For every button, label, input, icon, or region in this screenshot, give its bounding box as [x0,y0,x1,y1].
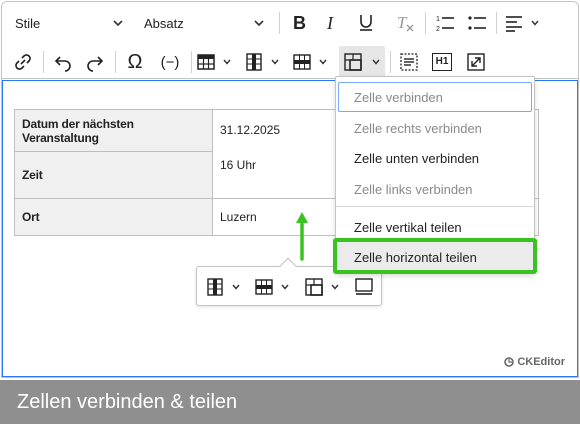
highlight-frame [333,238,537,274]
svg-text:B: B [293,14,306,32]
svg-text:T: T [397,13,408,32]
toolbar-separator [496,12,497,34]
numbered-list-icon: 12 [436,16,454,33]
table-properties-icon [355,278,373,295]
bold-icon: B [293,14,306,32]
chevron-down-icon [319,59,327,65]
svg-text:1: 1 [436,16,440,23]
chevron-down-icon [271,59,279,65]
special-characters-button[interactable]: Ω [122,47,148,77]
underline-icon [360,15,372,31]
balloon-merge-button[interactable] [304,272,344,302]
fullscreen-button[interactable] [463,47,489,77]
heading-dropdown-label: Absatz [144,15,184,31]
menu-item-merge-right[interactable]: Zelle rechts verbinden [336,113,534,143]
chevron-down-icon [254,20,264,27]
chevron-down-icon [281,284,289,290]
balloon-table-properties-button[interactable] [352,272,376,302]
table-header-cell[interactable]: Datum der nächsten Veranstaltung [14,109,213,152]
remove-format-icon: T [397,13,414,32]
caption-text: Zellen verbinden & teilen [17,390,238,413]
chevron-down-icon [232,284,240,290]
italic-icon: I [326,14,334,32]
fullscreen-icon [467,53,485,71]
toolbar-separator [425,12,426,34]
italic-button[interactable]: I [320,8,344,38]
balloon-column-button[interactable] [205,272,245,302]
merge-cells-icon [305,278,323,296]
caption-bar: Zellen verbinden & teilen [0,380,580,424]
link-icon [15,54,31,70]
merge-cells-button[interactable] [339,46,385,78]
style-dropdown-label: Stile [15,15,41,31]
style-dropdown[interactable]: Stile [15,8,127,38]
chevron-down-icon [331,284,339,290]
bold-button[interactable]: B [288,8,312,38]
table-column-icon [207,278,223,296]
menu-separator [336,206,534,207]
placeholder-button[interactable]: (−) [155,47,185,77]
chevron-down-icon [531,20,539,26]
balloon-row-button[interactable] [254,272,294,302]
table-header-cell[interactable]: Ort [14,198,213,236]
toolbar-separator [43,51,44,73]
undo-button[interactable] [50,47,76,77]
remove-format-button[interactable]: T [392,8,418,38]
toolbar-separator [191,51,192,73]
merge-cells-icon [344,53,362,71]
menu-item-merge-down[interactable]: Zelle unten verbinden [336,143,534,173]
branding-label: CKEditor [517,356,565,368]
chevron-down-icon [113,20,123,27]
menu-item-merge-cell[interactable]: Zelle verbinden [338,82,532,112]
redo-icon [87,56,104,72]
undo-icon [54,56,71,72]
table-row-icon [293,54,311,70]
svg-text:2: 2 [436,26,440,33]
insert-table-icon [197,54,215,70]
source-icon [400,53,418,71]
toolbar-separator [390,51,391,73]
ckeditor-logo-icon [504,357,515,367]
toolbar-separator [115,51,116,73]
arrow-up-icon [296,212,308,261]
alignment-dropdown[interactable] [504,8,548,38]
heading-dropdown[interactable]: Absatz [144,8,268,38]
source-button[interactable] [396,47,422,77]
heading-h1-button[interactable]: H1 [429,47,455,77]
menu-item-merge-left[interactable]: Zelle links verbinden [336,174,534,204]
underline-button[interactable] [354,8,378,38]
table-column-icon [246,53,262,71]
numbered-list-button[interactable]: 12 [432,8,458,38]
table-column-button[interactable] [244,47,284,77]
placeholder-icon: (−) [160,53,180,71]
insert-table-button[interactable] [196,47,236,77]
align-icon [506,16,522,32]
bulleted-list-button[interactable] [464,8,490,38]
chevron-down-icon [372,59,380,65]
special-chars-icon: Ω [127,50,143,73]
editor-toolbar: Stile Absatz B I T 12 Ω (−) H1 [2,2,578,79]
svg-text:I: I [326,14,334,32]
table-row-icon [255,279,273,295]
table-header-cell[interactable]: Zeit [14,151,213,199]
link-button[interactable] [10,47,36,77]
table-row-button[interactable] [292,47,332,77]
redo-button[interactable] [82,47,108,77]
heading-h1-icon: H1 [431,53,453,71]
chevron-down-icon [223,59,231,65]
bulleted-list-icon [468,16,486,30]
ckeditor-branding[interactable]: CKEditor [504,356,565,368]
toolbar-separator [279,12,280,34]
